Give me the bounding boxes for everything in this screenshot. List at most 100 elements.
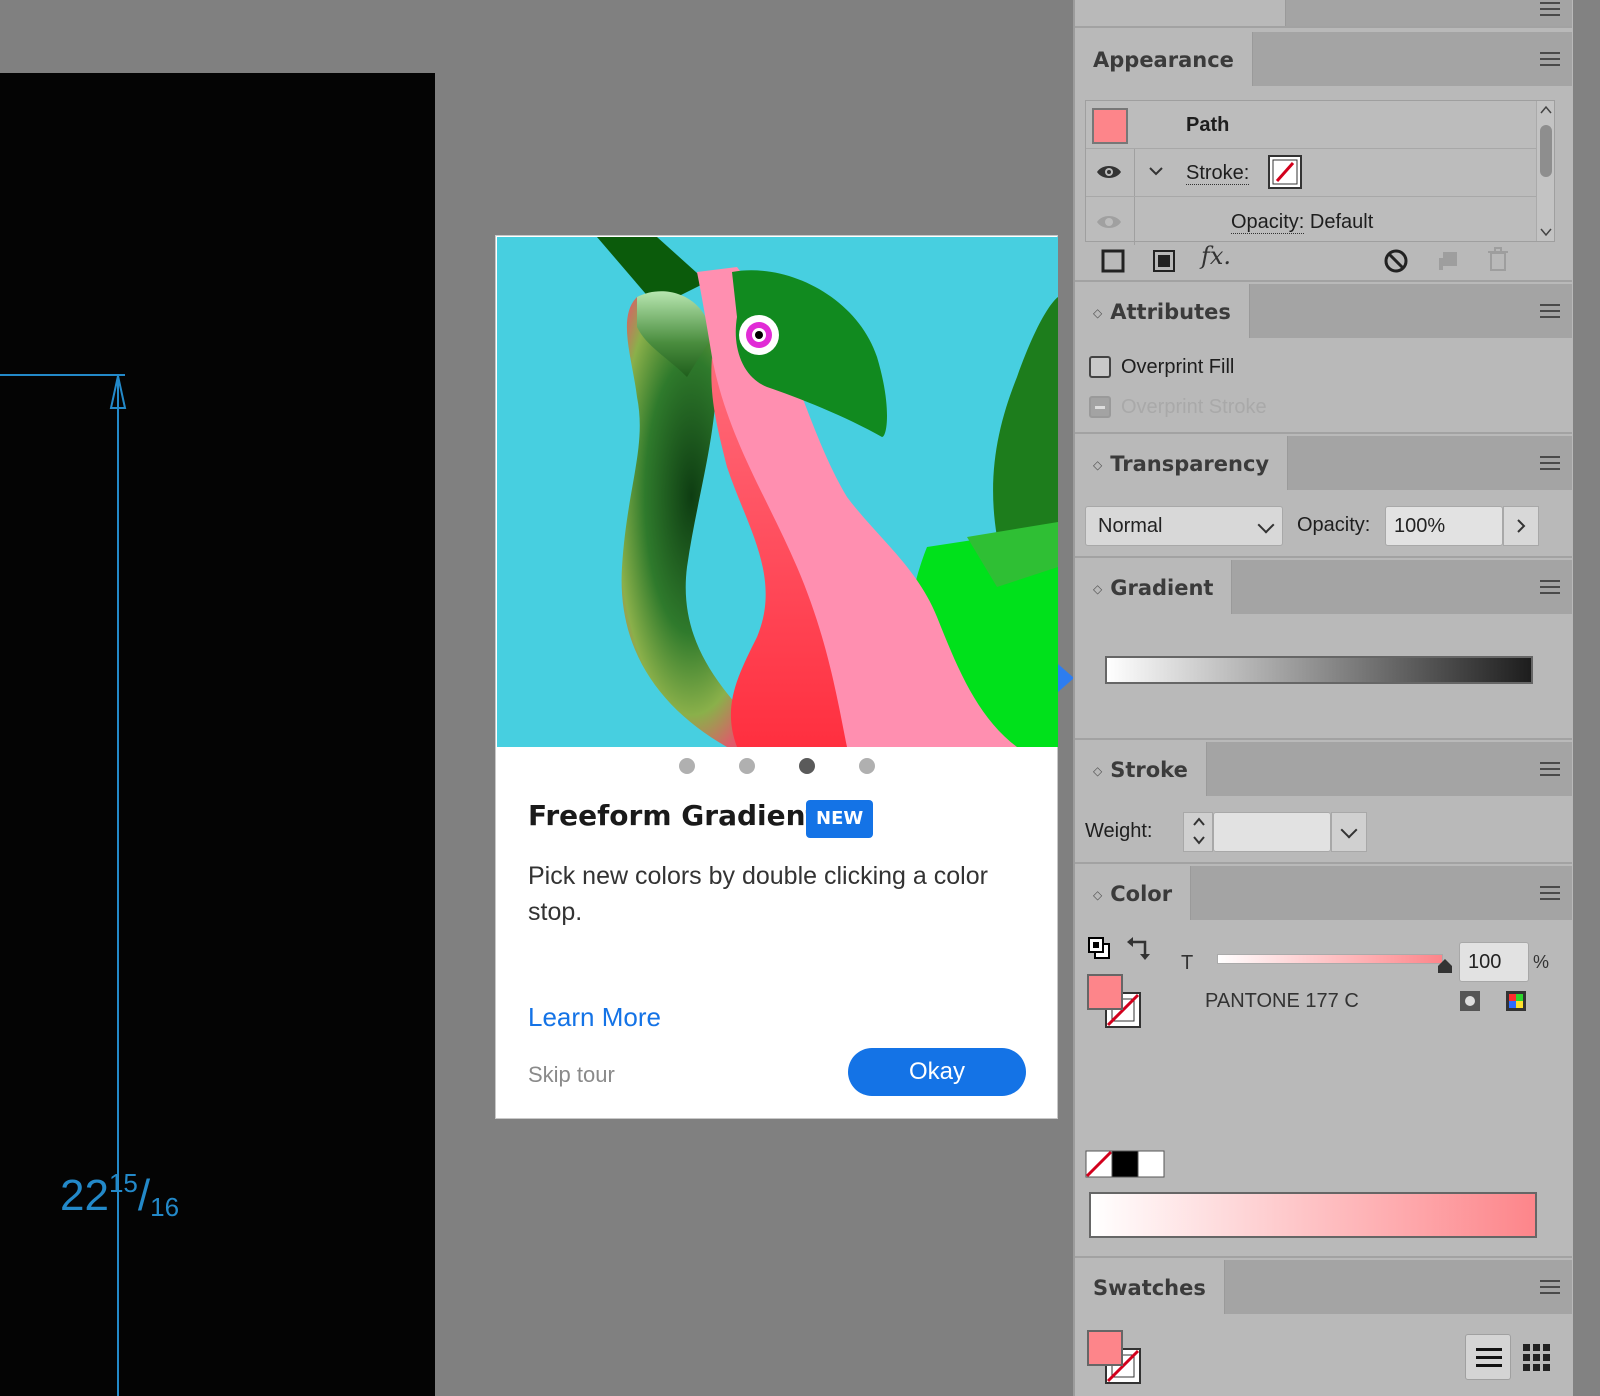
appearance-row-path[interactable]: Path xyxy=(1086,101,1538,149)
color-panel: ◇ Color T 100 % PANTONE 177 C xyxy=(1075,866,1572,1258)
tint-label: T xyxy=(1181,952,1194,974)
overprint-fill-checkbox[interactable] xyxy=(1089,356,1111,378)
swatch-name: PANTONE 177 C xyxy=(1205,990,1359,1012)
scroll-down-icon[interactable] xyxy=(1540,227,1552,237)
panel-menu-icon[interactable] xyxy=(1540,762,1560,776)
tour-dot[interactable] xyxy=(858,758,875,774)
panel-menu-icon[interactable] xyxy=(1540,456,1560,470)
overprint-fill-label: Overprint Fill xyxy=(1121,356,1235,378)
collapse-icon[interactable]: ◇ xyxy=(1093,867,1102,923)
panel-menu-icon[interactable] xyxy=(1540,304,1560,318)
gradient-panel: ◇ Gradient xyxy=(1075,560,1572,740)
attributes-tab[interactable]: ◇ Attributes xyxy=(1075,284,1250,338)
tour-pagination xyxy=(496,758,1057,774)
tint-input[interactable]: 100 xyxy=(1459,942,1529,982)
blend-mode-select[interactable]: Normal xyxy=(1085,506,1283,546)
scrollbar[interactable] xyxy=(1536,101,1554,241)
new-badge: NEW xyxy=(806,800,874,838)
tour-dot[interactable] xyxy=(738,758,755,774)
panel-menu-icon[interactable] xyxy=(1540,52,1560,66)
chevron-down-icon xyxy=(1340,821,1358,839)
spot-color-icon[interactable] xyxy=(1459,990,1481,1012)
chevron-right-icon xyxy=(1517,519,1526,533)
list-view-button[interactable] xyxy=(1465,1334,1511,1380)
swap-fill-stroke-icon[interactable] xyxy=(1127,936,1153,962)
tour-title: Freeform Gradient xyxy=(528,799,819,832)
swatches-tab[interactable]: Swatches xyxy=(1075,1260,1225,1314)
collapse-icon[interactable]: ◇ xyxy=(1093,561,1102,617)
document-info-tab[interactable]: Document Info xyxy=(1075,0,1287,26)
appearance-object-label: Path xyxy=(1186,114,1230,136)
overprint-stroke-label: Overprint Stroke xyxy=(1121,396,1267,418)
eye-icon[interactable] xyxy=(1096,213,1122,231)
feature-tour-card: Freeform Gradient NEW Pick new colors by… xyxy=(495,235,1058,1119)
chevron-down-icon[interactable] xyxy=(1148,165,1164,177)
stroke-label[interactable]: Stroke: xyxy=(1186,162,1250,185)
fill-color-swatch[interactable] xyxy=(1087,974,1123,1010)
opacity-label[interactable]: Opacity: xyxy=(1231,211,1305,234)
appearance-row-stroke[interactable]: Stroke: xyxy=(1086,149,1538,197)
chevron-down-icon[interactable] xyxy=(1192,835,1206,845)
opacity-slider-button[interactable] xyxy=(1503,506,1539,546)
weight-input[interactable] xyxy=(1213,812,1331,852)
tint-slider-track[interactable] xyxy=(1217,954,1443,964)
attributes-panel: ◇ Attributes Overprint Fill Overprint Str… xyxy=(1075,284,1572,434)
appearance-tab[interactable]: Appearance xyxy=(1075,32,1253,86)
dimension-label: 2215/16 xyxy=(60,1168,180,1222)
percent-label: % xyxy=(1533,952,1550,972)
add-stroke-icon[interactable] xyxy=(1100,248,1126,274)
gradient-tab[interactable]: ◇ Gradient xyxy=(1075,560,1233,617)
dimension-extension-line xyxy=(0,374,125,376)
transparency-panel: ◇ Transparency Normal Opacity: 100% xyxy=(1075,436,1572,558)
transparency-tab[interactable]: ◇ Transparency xyxy=(1075,436,1289,493)
scroll-thumb[interactable] xyxy=(1540,125,1552,177)
color-tab[interactable]: ◇ Color xyxy=(1075,866,1192,923)
weight-dropdown[interactable] xyxy=(1331,812,1367,852)
tour-illustration xyxy=(497,237,1058,747)
tour-dot[interactable] xyxy=(678,758,695,774)
tour-description: Pick new colors by double clicking a col… xyxy=(528,862,988,926)
eye-icon[interactable] xyxy=(1096,163,1122,181)
chevron-down-icon xyxy=(1257,516,1275,534)
fill-swatch[interactable] xyxy=(1092,108,1128,144)
collapse-icon[interactable]: ◇ xyxy=(1093,437,1102,493)
add-fill-icon[interactable] xyxy=(1151,248,1177,274)
opacity-input[interactable]: 100% xyxy=(1385,506,1503,546)
okay-button[interactable]: Okay xyxy=(848,1048,1026,1096)
default-fill-stroke-icon[interactable] xyxy=(1087,936,1111,960)
none-black-white-swatches[interactable] xyxy=(1085,1150,1165,1178)
fill-color-swatch[interactable] xyxy=(1087,1330,1123,1366)
swatches-panel: Swatches xyxy=(1075,1260,1572,1396)
tour-dot-active[interactable] xyxy=(798,758,815,774)
gradient-preview-bar[interactable] xyxy=(1105,656,1533,684)
overprint-stroke-checkbox xyxy=(1089,396,1111,418)
stroke-tab[interactable]: ◇ Stroke xyxy=(1075,742,1207,796)
stroke-none-swatch-icon[interactable] xyxy=(1268,155,1302,189)
color-spectrum-ramp[interactable] xyxy=(1089,1192,1537,1238)
weight-stepper[interactable] xyxy=(1183,812,1213,852)
appearance-list: Path Stroke: Opacity: Default xyxy=(1085,100,1555,245)
chevron-up-icon[interactable] xyxy=(1192,817,1206,827)
dimension-arrow-icon xyxy=(109,375,127,409)
learn-more-link[interactable]: Learn More xyxy=(528,1002,661,1033)
panel-menu-icon[interactable] xyxy=(1540,2,1560,16)
dock-edge xyxy=(1573,0,1600,1396)
fx-icon[interactable]: fx. xyxy=(1201,242,1231,270)
collapse-icon[interactable]: ◇ xyxy=(1093,285,1102,341)
appearance-row-opacity[interactable]: Opacity: Default xyxy=(1086,197,1538,245)
skip-tour-link[interactable]: Skip tour xyxy=(528,1062,615,1088)
grid-view-icon[interactable] xyxy=(1523,1344,1551,1372)
panel-dock: Document Info Appearance Path xyxy=(1073,0,1573,1396)
panel-menu-icon[interactable] xyxy=(1540,1280,1560,1294)
collapse-icon[interactable]: ◇ xyxy=(1093,743,1102,799)
list-view-icon xyxy=(1476,1348,1502,1367)
tint-slider-thumb[interactable] xyxy=(1437,958,1453,974)
scroll-up-icon[interactable] xyxy=(1540,105,1552,115)
clear-appearance-icon[interactable] xyxy=(1383,248,1409,274)
weight-label: Weight: xyxy=(1085,820,1153,842)
panel-menu-icon[interactable] xyxy=(1540,580,1560,594)
process-color-icon[interactable] xyxy=(1505,990,1527,1012)
dimension-line xyxy=(117,375,119,1396)
duplicate-item-icon xyxy=(1439,252,1457,270)
panel-menu-icon[interactable] xyxy=(1540,886,1560,900)
